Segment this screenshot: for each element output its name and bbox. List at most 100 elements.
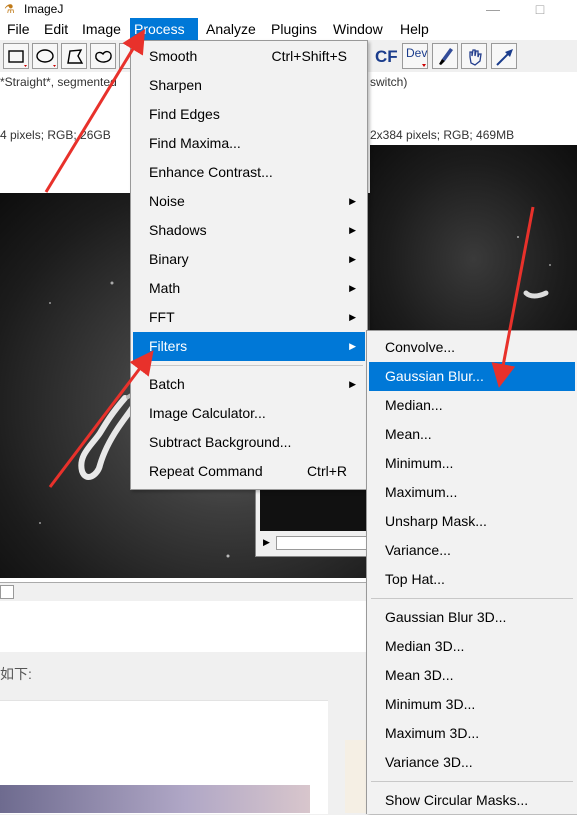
polygon-tool[interactable] [61, 43, 87, 69]
menu-bar: File Edit Image Process Analyze Plugins … [0, 18, 577, 40]
freehand-icon [95, 50, 112, 63]
menu-item-sharpen[interactable]: Sharpen [133, 71, 365, 100]
brush-tool[interactable] [432, 43, 458, 69]
dev-button[interactable]: Dev [402, 43, 428, 69]
scroll-left-button[interactable] [0, 585, 14, 599]
status-text-left: *Straight*, segmented [0, 75, 117, 89]
right-image-info: 2x384 pixels; RGB; 469MB [370, 128, 515, 142]
menu-item-enhance-contrast[interactable]: Enhance Contrast... [133, 158, 365, 187]
menu-item-repeat-command[interactable]: Repeat Command Ctrl+R [133, 457, 365, 486]
polygon-icon [67, 49, 84, 64]
left-image-info: 4 pixels; RGB; 26GB [0, 128, 111, 142]
menu-item-mean[interactable]: Mean... [369, 420, 575, 449]
menu-item-shadows[interactable]: Shadows ▶ [133, 216, 365, 245]
menu-item-batch[interactable]: Batch ▶ [133, 370, 365, 399]
menu-item-top-hat[interactable]: Top Hat... [369, 565, 575, 594]
menu-item-smooth[interactable]: Smooth Ctrl+Shift+S [133, 42, 365, 71]
maximize-button[interactable]: □ [525, 0, 555, 18]
stack-scrollbar[interactable] [276, 536, 376, 550]
menu-item-shortcut: Ctrl+Shift+S [271, 48, 347, 64]
menu-item-gaussian-blur[interactable]: Gaussian Blur... [369, 362, 575, 391]
oval-icon [36, 49, 56, 67]
arrow-tool[interactable] [491, 43, 517, 69]
menu-item-label: Repeat Command [149, 463, 263, 479]
cf-button[interactable]: CF [372, 43, 398, 69]
hand-icon [469, 49, 482, 66]
menu-item-label: Binary [149, 251, 189, 267]
menu-edit[interactable]: Edit [40, 18, 72, 40]
menu-window[interactable]: Window [329, 18, 387, 40]
page-side-strip [345, 740, 367, 813]
menu-item-convolve[interactable]: Convolve... [369, 333, 575, 362]
filters-submenu: Convolve... Gaussian Blur... Median... M… [366, 330, 577, 814]
submenu-arrow-icon: ▶ [349, 283, 356, 293]
menu-item-label: Batch [149, 376, 185, 392]
process-menu: Smooth Ctrl+Shift+S Sharpen Find Edges Fi… [130, 40, 368, 490]
menu-separator [135, 365, 363, 366]
title-bar: ⚗ ImageJ — □ [0, 0, 577, 18]
menu-item-variance-3d[interactable]: Variance 3D... [369, 748, 575, 777]
minimize-button[interactable]: — [478, 0, 508, 18]
menu-item-label: Top Hat... [385, 571, 445, 587]
menu-item-label: FFT [149, 309, 175, 325]
menu-item-maximum[interactable]: Maximum... [369, 478, 575, 507]
menu-item-show-circular-masks[interactable]: Show Circular Masks... [369, 786, 575, 815]
menu-item-minimum[interactable]: Minimum... [369, 449, 575, 478]
menu-item-find-maxima[interactable]: Find Maxima... [133, 129, 365, 158]
photo-thumbnail [0, 785, 310, 813]
menu-file[interactable]: File [3, 18, 34, 40]
menu-separator [371, 598, 573, 599]
menu-image[interactable]: Image [78, 18, 125, 40]
menu-item-label: Show Circular Masks... [385, 792, 529, 808]
status-text-right: switch) [370, 75, 408, 89]
freehand-tool[interactable] [90, 43, 116, 69]
hand-tool[interactable] [461, 43, 487, 69]
menu-item-label: Minimum... [385, 455, 454, 471]
menu-item-label: Find Maxima... [149, 135, 241, 151]
menu-item-binary[interactable]: Binary ▶ [133, 245, 365, 274]
submenu-arrow-icon: ▶ [349, 254, 356, 264]
menu-item-image-calculator[interactable]: Image Calculator... [133, 399, 365, 428]
menu-item-label: Filters [149, 338, 188, 354]
window-title: ImageJ [24, 2, 64, 16]
menu-item-label: Median 3D... [385, 638, 465, 654]
menu-item-math[interactable]: Math ▶ [133, 274, 365, 303]
menu-item-subtract-background[interactable]: Subtract Background... [133, 428, 365, 457]
right-image-canvas[interactable] [370, 145, 577, 335]
menu-item-label: Enhance Contrast... [149, 164, 273, 180]
small-window-canvas [260, 488, 370, 531]
menu-item-minimum-3d[interactable]: Minimum 3D... [369, 690, 575, 719]
menu-help[interactable]: Help [396, 18, 433, 40]
menu-item-median[interactable]: Median... [369, 391, 575, 420]
menu-item-label: Math [149, 280, 181, 296]
menu-item-variance[interactable]: Variance... [369, 536, 575, 565]
menu-item-label: Gaussian Blur 3D... [385, 609, 507, 625]
menu-item-noise[interactable]: Noise ▶ [133, 187, 365, 216]
worm-image-right [517, 236, 551, 299]
menu-item-label: Unsharp Mask... [385, 513, 487, 529]
menu-item-mean-3d[interactable]: Mean 3D... [369, 661, 575, 690]
horizontal-scrollbar[interactable] [0, 582, 370, 601]
menu-item-gaussian-blur-3d[interactable]: Gaussian Blur 3D... [369, 603, 575, 632]
menu-separator [371, 781, 573, 782]
submenu-arrow-icon: ▶ [349, 379, 356, 389]
small-image-window[interactable]: ▶ [255, 487, 376, 557]
menu-analyze[interactable]: Analyze [202, 18, 260, 40]
oval-tool[interactable] [32, 43, 58, 69]
menu-item-fft[interactable]: FFT ▶ [133, 303, 365, 332]
menu-item-unsharp-mask[interactable]: Unsharp Mask... [369, 507, 575, 536]
menu-item-median-3d[interactable]: Median 3D... [369, 632, 575, 661]
submenu-arrow-icon: ▶ [349, 341, 356, 351]
menu-item-label: Smooth [149, 48, 198, 64]
menu-plugins[interactable]: Plugins [267, 18, 321, 40]
menu-process[interactable]: Process [130, 18, 198, 40]
menu-item-label: Convolve... [385, 339, 456, 355]
play-icon[interactable]: ▶ [263, 536, 270, 548]
menu-item-find-edges[interactable]: Find Edges [133, 100, 365, 129]
menu-item-maximum-3d[interactable]: Maximum 3D... [369, 719, 575, 748]
menu-item-label: Find Edges [149, 106, 220, 122]
menu-item-label: Image Calculator... [149, 405, 266, 421]
rectangle-tool[interactable] [3, 43, 29, 69]
menu-item-filters[interactable]: Filters ▶ [133, 332, 365, 361]
rectangle-icon [8, 50, 27, 67]
